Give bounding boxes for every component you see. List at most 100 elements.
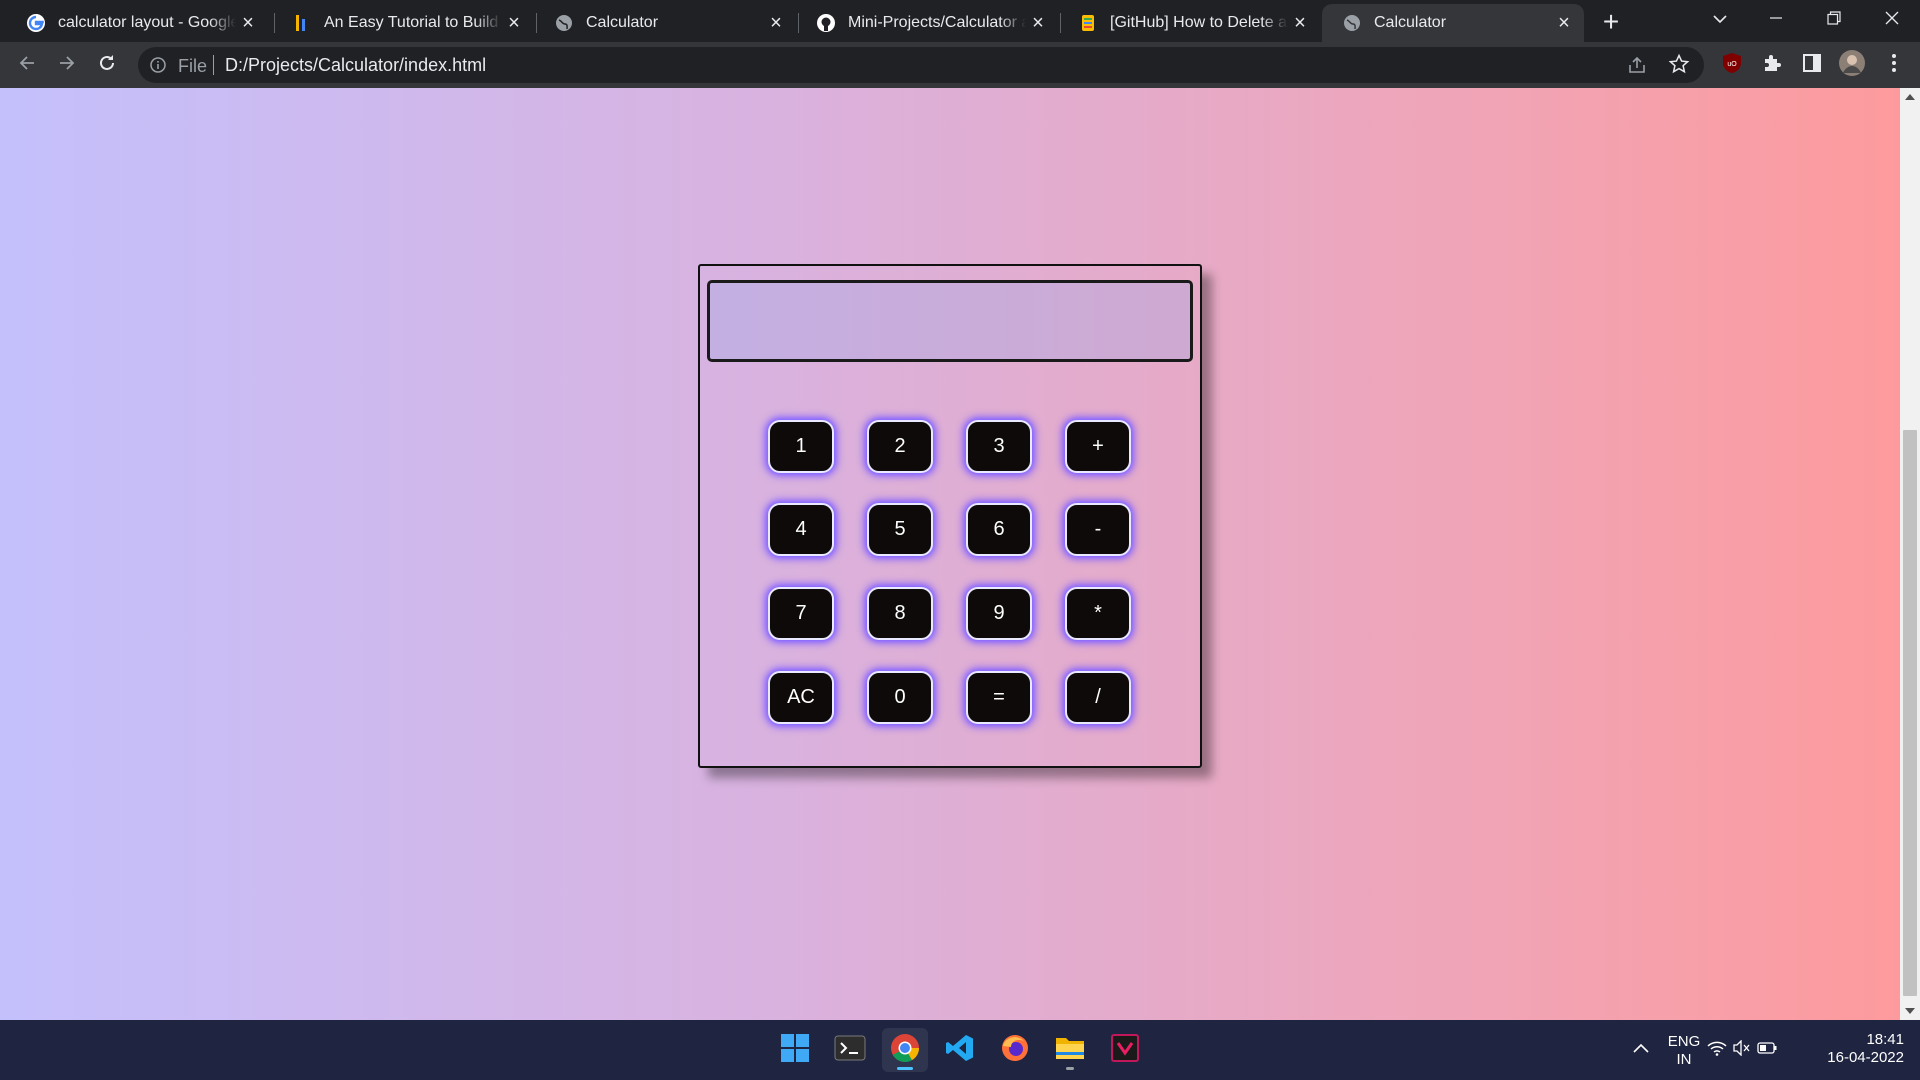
close-icon xyxy=(1885,11,1899,30)
taskbar-terminal[interactable] xyxy=(827,1028,873,1072)
digit-6-button[interactable]: 6 xyxy=(966,503,1032,556)
svg-text:uO: uO xyxy=(1727,61,1737,68)
bookmark-star-icon[interactable] xyxy=(1668,53,1690,75)
browser-toolbar: File D:/Projects/Calculator/index.html u… xyxy=(0,42,1920,88)
taskbar-app[interactable] xyxy=(1102,1028,1148,1072)
kebab-menu-icon xyxy=(1891,53,1897,78)
address-separator xyxy=(213,55,214,75)
back-button[interactable] xyxy=(11,49,43,81)
vertical-scrollbar[interactable] xyxy=(1900,88,1920,1020)
window-close-button[interactable] xyxy=(1864,0,1920,40)
close-icon[interactable]: × xyxy=(502,11,526,35)
taskbar-chrome[interactable] xyxy=(882,1028,928,1072)
tab-title: Mini-Projects/Calculator at m xyxy=(848,14,1026,31)
start-button[interactable] xyxy=(772,1028,818,1072)
tab-github-article[interactable]: [GitHub] How to Delete a Re × xyxy=(1058,4,1320,42)
new-tab-button[interactable]: + xyxy=(1596,8,1626,38)
digit-1-button[interactable]: 1 xyxy=(768,420,834,473)
running-app-indicator xyxy=(1066,1067,1074,1070)
file-explorer-icon xyxy=(1054,1034,1086,1067)
terminal-icon xyxy=(834,1034,866,1067)
scheme-label: File xyxy=(178,56,208,76)
tab-strip: calculator layout - Google S × An Easy T… xyxy=(0,0,1920,42)
app-icon xyxy=(1111,1033,1139,1067)
side-panel-button[interactable] xyxy=(1798,51,1826,79)
active-app-indicator xyxy=(897,1067,913,1070)
puzzle-icon xyxy=(1761,52,1783,79)
info-icon[interactable] xyxy=(148,55,168,75)
digit-7-button[interactable]: 7 xyxy=(768,587,834,640)
equals-button[interactable]: = xyxy=(966,671,1032,724)
extensions-button[interactable] xyxy=(1758,51,1786,79)
close-icon[interactable]: × xyxy=(1552,11,1576,35)
profile-button[interactable] xyxy=(1838,49,1866,81)
scroll-up-arrow-icon[interactable] xyxy=(1905,94,1915,100)
side-panel-icon xyxy=(1801,52,1823,79)
restore-button[interactable] xyxy=(1806,0,1862,40)
clear-button[interactable]: AC xyxy=(768,671,834,724)
address-bar[interactable]: File D:/Projects/Calculator/index.html xyxy=(138,47,1704,83)
close-icon[interactable]: × xyxy=(1026,11,1050,35)
arrow-left-icon xyxy=(17,53,37,78)
digit-8-button[interactable]: 8 xyxy=(867,587,933,640)
tab-calculator-active[interactable]: Calculator × xyxy=(1322,4,1584,42)
chevron-up-icon xyxy=(1632,1041,1650,1059)
taskbar-vscode[interactable] xyxy=(937,1028,983,1072)
scrollbar-thumb[interactable] xyxy=(1903,430,1917,996)
tab-calculator[interactable]: Calculator × xyxy=(534,4,796,42)
scroll-down-arrow-icon[interactable] xyxy=(1905,1008,1915,1014)
avatar xyxy=(1839,49,1865,81)
minimize-icon xyxy=(1769,11,1783,30)
add-button[interactable]: + xyxy=(1065,420,1131,473)
tab-search-button[interactable] xyxy=(1692,0,1748,40)
language-indicator[interactable]: ENG IN xyxy=(1664,1033,1704,1069)
ublock-icon: uO xyxy=(1721,52,1743,79)
close-icon[interactable]: × xyxy=(1288,11,1312,35)
system-status-button[interactable] xyxy=(1706,1028,1778,1072)
calculator: 1 2 3 + 4 5 6 - 7 8 9 * AC 0 = / xyxy=(698,264,1202,768)
globe-icon xyxy=(554,13,574,33)
clock-date: 16-04-2022 xyxy=(1827,1049,1904,1066)
forward-button[interactable] xyxy=(51,49,83,81)
subtract-button[interactable]: - xyxy=(1065,503,1131,556)
share-icon[interactable] xyxy=(1626,54,1648,76)
clock-time: 18:41 xyxy=(1866,1031,1904,1048)
page-viewport: 1 2 3 + 4 5 6 - 7 8 9 * AC 0 = / xyxy=(0,88,1920,1020)
ublock-extension-button[interactable]: uO xyxy=(1718,51,1746,79)
tutorial-site-icon xyxy=(292,13,312,33)
close-icon[interactable]: × xyxy=(236,11,260,35)
tab-google-search[interactable]: calculator layout - Google S × xyxy=(6,4,268,42)
digit-3-button[interactable]: 3 xyxy=(966,420,1032,473)
show-hidden-icons-button[interactable] xyxy=(1616,1028,1666,1072)
github-icon xyxy=(816,13,836,33)
reload-button[interactable] xyxy=(91,49,123,81)
tab-tutorial[interactable]: An Easy Tutorial to Build A C × xyxy=(272,4,534,42)
taskbar-firefox[interactable] xyxy=(992,1028,1038,1072)
url-text[interactable]: D:/Projects/Calculator/index.html xyxy=(225,55,486,76)
digit-5-button[interactable]: 5 xyxy=(867,503,933,556)
calculator-display[interactable] xyxy=(707,280,1193,362)
restore-icon xyxy=(1827,10,1841,30)
clock[interactable]: 18:41 16-04-2022 xyxy=(1804,1031,1904,1067)
windows-taskbar: ENG IN 18:41 16-04-2022 xyxy=(0,1020,1920,1080)
windows-start-icon xyxy=(780,1033,810,1068)
digit-4-button[interactable]: 4 xyxy=(768,503,834,556)
taskbar-file-explorer[interactable] xyxy=(1047,1028,1093,1072)
divide-button[interactable]: / xyxy=(1065,671,1131,724)
digit-9-button[interactable]: 9 xyxy=(966,587,1032,640)
digit-0-button[interactable]: 0 xyxy=(867,671,933,724)
chevron-down-icon xyxy=(1712,11,1728,29)
article-icon xyxy=(1078,13,1098,33)
language-label: ENG xyxy=(1667,1033,1701,1050)
minimize-button[interactable] xyxy=(1748,0,1804,40)
chrome-icon xyxy=(890,1033,920,1068)
volume-muted-icon xyxy=(1733,1038,1751,1061)
digit-2-button[interactable]: 2 xyxy=(867,420,933,473)
close-icon[interactable]: × xyxy=(764,11,788,35)
battery-icon xyxy=(1757,1041,1777,1060)
tab-github-repo[interactable]: Mini-Projects/Calculator at m × xyxy=(796,4,1058,42)
browser-menu-button[interactable] xyxy=(1880,51,1908,79)
vscode-icon xyxy=(945,1033,975,1068)
google-icon xyxy=(26,13,46,33)
multiply-button[interactable]: * xyxy=(1065,587,1131,640)
